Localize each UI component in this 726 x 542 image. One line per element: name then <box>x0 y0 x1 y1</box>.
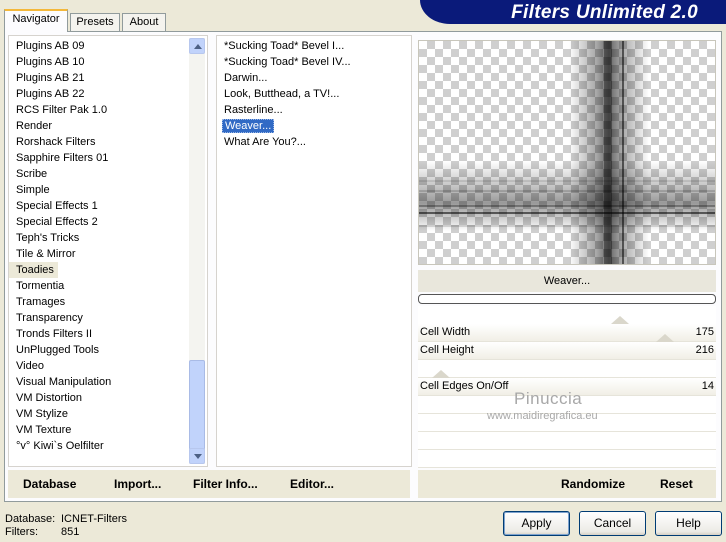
filter-list[interactable]: *Sucking Toad* Bevel I... *Sucking Toad* … <box>216 35 412 467</box>
preview-image <box>419 41 715 264</box>
category-item[interactable]: Rorshack Filters <box>9 134 207 150</box>
filter-item[interactable]: Darwin... <box>217 70 411 86</box>
import-link[interactable]: Import... <box>114 477 161 491</box>
category-item[interactable]: Special Effects 1 <box>9 198 207 214</box>
filter-item[interactable]: Look, Butthead, a TV!... <box>217 86 411 102</box>
cancel-button[interactable]: Cancel <box>579 511 646 536</box>
chevron-down-icon <box>194 454 202 459</box>
filter-item-label: Weaver... <box>222 119 275 133</box>
app-title: Filters Unlimited 2.0 <box>511 2 698 23</box>
category-item[interactable]: VM Texture <box>9 422 207 438</box>
category-item[interactable]: Tile & Mirror <box>9 246 207 262</box>
watermark-name: Pinuccia <box>514 389 583 408</box>
param-slider-handle[interactable] <box>656 334 674 342</box>
database-link[interactable]: Database <box>23 477 76 491</box>
preview-filter-name: Weaver... <box>418 270 716 292</box>
param-label: Cell Height <box>420 344 474 356</box>
param-value: 216 <box>695 344 714 356</box>
list-actions-bar: Database Import... Filter Info... Editor… <box>8 470 410 498</box>
tab-presets[interactable]: Presets <box>70 13 120 31</box>
param-label: Cell Width <box>420 326 471 338</box>
category-item[interactable]: Sapphire Filters 01 <box>9 150 207 166</box>
category-item[interactable]: Visual Manipulation <box>9 374 207 390</box>
tab-navigator[interactable]: Navigator <box>4 9 68 32</box>
database-info: Database: ICNET-Filters <box>5 513 127 525</box>
database-value: ICNET-Filters <box>61 513 127 525</box>
category-item[interactable]: VM Stylize <box>9 406 207 422</box>
parameter-panel: Cell Width 175 Cell Height 216 Cell Edges On… <box>418 306 716 468</box>
category-item[interactable]: UnPlugged Tools <box>9 342 207 358</box>
editor-link[interactable]: Editor... <box>290 477 334 491</box>
scroll-up-button[interactable] <box>189 38 205 54</box>
category-item[interactable]: Scribe <box>9 166 207 182</box>
preview-actions-bar: Randomize Reset <box>418 470 716 498</box>
category-item[interactable]: Tormentia <box>9 278 207 294</box>
scrollbar-thumb[interactable] <box>189 360 205 450</box>
category-item[interactable]: Special Effects 2 <box>9 214 207 230</box>
filter-items: *Sucking Toad* Bevel I... *Sucking Toad* … <box>217 38 411 150</box>
category-items: Plugins AB 09 Plugins AB 10 Plugins AB 21 P… <box>9 38 207 454</box>
watermark-url: www.maidiregrafica.eu <box>487 410 598 422</box>
randomize-link[interactable]: Randomize <box>561 477 625 491</box>
apply-button[interactable]: Apply <box>503 511 570 536</box>
category-list[interactable]: Plugins AB 09 Plugins AB 10 Plugins AB 21 P… <box>8 35 208 467</box>
category-item[interactable]: Teph's Tricks <box>9 230 207 246</box>
category-scrollbar[interactable] <box>189 38 205 464</box>
filter-item[interactable]: What Are You?... <box>217 134 411 150</box>
reset-link[interactable]: Reset <box>660 477 693 491</box>
scroll-down-button[interactable] <box>189 448 205 464</box>
param-slider-handle[interactable] <box>432 370 450 378</box>
title-banner: Filters Unlimited 2.0 <box>420 0 726 24</box>
filter-item[interactable]: *Sucking Toad* Bevel IV... <box>217 54 411 70</box>
tab-about[interactable]: About <box>122 13 166 31</box>
filter-item[interactable]: Weaver... <box>217 118 411 134</box>
category-item[interactable]: Render <box>9 118 207 134</box>
category-item[interactable]: Plugins AB 09 <box>9 38 207 54</box>
category-item[interactable]: RCS Filter Pak 1.0 <box>9 102 207 118</box>
category-item[interactable]: Video <box>9 358 207 374</box>
database-label: Database: <box>5 513 56 525</box>
filter-item[interactable]: Rasterline... <box>217 102 411 118</box>
filter-info-link[interactable]: Filter Info... <box>193 477 258 491</box>
param-row-empty <box>418 360 716 378</box>
category-item[interactable]: Plugins AB 21 <box>9 70 207 86</box>
param-row-empty <box>418 432 716 450</box>
param-slider-handle[interactable] <box>611 316 629 324</box>
category-item[interactable]: Plugins AB 10 <box>9 54 207 70</box>
filters-info: Filters: 851 <box>5 526 79 538</box>
param-value: 14 <box>701 380 714 392</box>
category-item[interactable]: Toadies <box>9 262 58 278</box>
progress-bar <box>418 294 716 304</box>
help-button[interactable]: Help <box>655 511 722 536</box>
category-item[interactable]: VM Distortion <box>9 390 207 406</box>
chevron-up-icon <box>194 44 202 49</box>
filter-preview <box>418 40 716 265</box>
category-item[interactable]: Tronds Filters II <box>9 326 207 342</box>
category-item[interactable]: Plugins AB 22 <box>9 86 207 102</box>
param-value: 175 <box>695 326 714 338</box>
category-item[interactable]: Tramages <box>9 294 207 310</box>
filters-label: Filters: <box>5 526 38 538</box>
param-row[interactable]: Cell Height 216 <box>418 334 716 360</box>
filter-item[interactable]: *Sucking Toad* Bevel I... <box>217 38 411 54</box>
category-item[interactable]: °v° Kiwi`s Oelfilter <box>9 438 207 454</box>
category-item[interactable]: Transparency <box>9 310 207 326</box>
filters-value: 851 <box>61 526 80 538</box>
category-item[interactable]: Simple <box>9 182 207 198</box>
param-row-empty <box>418 450 716 468</box>
param-label: Cell Edges On/Off <box>420 380 509 392</box>
